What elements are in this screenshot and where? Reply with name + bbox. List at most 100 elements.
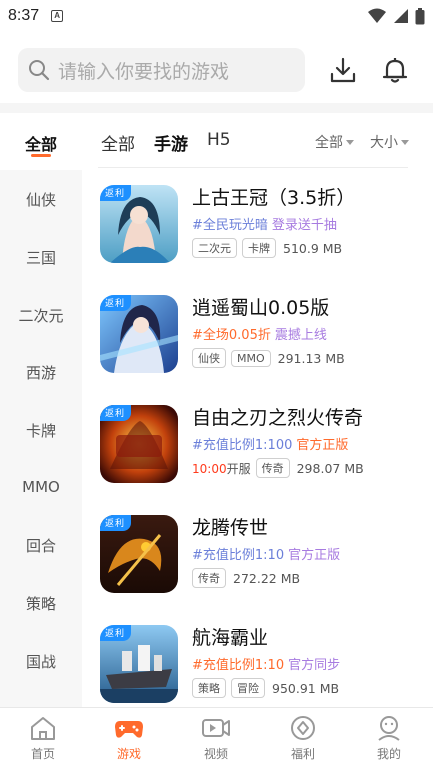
nav-welfare[interactable]: 福利 <box>260 715 346 767</box>
promo-extra: 震撼上线 <box>274 328 327 343</box>
status-icons <box>367 7 425 25</box>
sidebar-item-anime[interactable]: 二次元 <box>0 305 82 326</box>
game-title: 上古王冠（3.5折） <box>192 187 356 209</box>
battery-icon <box>415 7 425 24</box>
game-meta: 传奇 272.22 MB <box>192 568 300 588</box>
promo-extra: 官方同步 <box>288 658 341 673</box>
genre-tag: 仙侠 <box>192 348 226 368</box>
rebate-badge: 返利 <box>100 295 132 311</box>
sidebar-item-all[interactable]: 全部 <box>0 131 82 155</box>
sidebar-item-mmo[interactable]: MMO <box>0 478 82 496</box>
sidebar-item-xiyou[interactable]: 西游 <box>0 362 82 383</box>
sidebar-item-sanguo[interactable]: 三国 <box>0 247 82 268</box>
game-promo: #全场0.05折 震撼上线 <box>192 324 327 343</box>
sidebar-item-turn-based[interactable]: 回合 <box>0 535 82 556</box>
game-list-item[interactable]: 返利 龙腾传世 #充值比例1:10 官方正版 传奇 272.22 MB <box>82 515 433 615</box>
nav-welfare-label: 福利 <box>290 747 315 761</box>
notification-button[interactable] <box>380 55 410 85</box>
promo-tag: #充值比例1:10 <box>192 548 285 563</box>
file-size: 298.07 MB <box>296 460 364 476</box>
tabs-divider <box>98 167 408 168</box>
promo-extra: 官方正版 <box>288 548 341 563</box>
status-time: 8:37 <box>8 7 40 24</box>
download-icon <box>330 57 356 83</box>
chevron-down-icon <box>401 139 409 145</box>
game-icon[interactable]: 返利 <box>100 185 178 263</box>
file-size: 272.22 MB <box>233 570 301 586</box>
game-icon[interactable]: 返利 <box>100 515 178 593</box>
genre-tag: 二次元 <box>192 238 237 258</box>
genre-tag: 卡牌 <box>242 238 276 258</box>
gamepad-icon <box>115 721 143 738</box>
nav-profile-label: 我的 <box>376 747 401 761</box>
genre-tag: 策略 <box>192 678 226 698</box>
server-open-time: 10:00开服 <box>192 461 251 476</box>
filter-size-label: 大小 <box>370 135 398 151</box>
filter-category-dropdown[interactable]: 全部 <box>315 132 354 152</box>
sidebar-item-card[interactable]: 卡牌 <box>0 420 82 441</box>
game-promo: #充值比例1:10 官方正版 <box>192 544 340 563</box>
rebate-badge: 返利 <box>100 185 132 201</box>
nav-games-label: 游戏 <box>116 747 141 761</box>
promo-extra: 登录送千抽 <box>271 218 337 233</box>
rebate-badge: 返利 <box>100 405 132 421</box>
game-list-item[interactable]: 返利 自由之刃之烈火传奇 #充值比例1:100 官方正版 10:00开服 传奇 2… <box>82 405 433 505</box>
search-placeholder: 请输入你要找的游戏 <box>58 60 230 83</box>
status-bar: 8:37 A <box>0 0 433 32</box>
file-size: 510.9 MB <box>283 240 343 256</box>
genre-tag: 传奇 <box>192 568 226 588</box>
promo-extra: 官方正版 <box>296 438 349 453</box>
search-row: 请输入你要找的游戏 <box>0 40 433 100</box>
sidebar-item-strategy[interactable]: 策略 <box>0 593 82 614</box>
game-list-item[interactable]: 返利 上古王冠（3.5折） #全民玩光暗 登录送千抽 二次元 卡牌 510.9 M… <box>82 185 433 285</box>
category-sidebar: 全部 仙侠 三国 二次元 西游 卡牌 MMO 回合 策略 国战 <box>0 113 82 707</box>
game-list-item[interactable]: 返利 逍遥蜀山0.05版 #全场0.05折 震撼上线 仙侠 MMO 291.13 … <box>82 295 433 395</box>
wifi-icon <box>368 8 386 23</box>
bottom-navigation: 首页 游戏 视频 福利 我的 <box>0 707 433 769</box>
signal-icon <box>394 9 408 23</box>
header-divider <box>0 103 433 113</box>
game-icon[interactable]: 返利 <box>100 405 178 483</box>
game-meta: 10:00开服 传奇 298.07 MB <box>192 458 364 478</box>
type-tabs: 全部 手游 H5 全部 大小 <box>82 113 433 167</box>
nav-home-label: 首页 <box>30 747 55 761</box>
promo-tag: #全民玩光暗 <box>192 218 268 233</box>
download-button[interactable] <box>328 55 358 85</box>
filter-category-label: 全部 <box>315 135 343 151</box>
chevron-down-icon <box>346 139 354 145</box>
sidebar-item-xianxia[interactable]: 仙侠 <box>0 189 82 210</box>
rebate-badge: 返利 <box>100 515 132 531</box>
tab-mobile-games[interactable]: 手游 <box>154 130 188 155</box>
notification-a-icon: A <box>51 10 64 22</box>
sidebar-item-national-war[interactable]: 国战 <box>0 651 82 672</box>
rebate-badge: 返利 <box>100 625 132 641</box>
genre-tag: MMO <box>231 349 271 367</box>
filter-size-dropdown[interactable]: 大小 <box>370 132 409 152</box>
search-input[interactable]: 请输入你要找的游戏 <box>18 48 305 92</box>
nav-video[interactable]: 视频 <box>173 715 259 767</box>
bell-icon <box>382 58 408 83</box>
genre-tag: 传奇 <box>255 458 290 478</box>
genre-tag: 冒险 <box>231 678 265 698</box>
search-icon <box>29 60 50 81</box>
game-title: 自由之刃之烈火传奇 <box>192 407 364 429</box>
nav-games[interactable]: 游戏 <box>86 715 172 767</box>
promo-tag: #全场0.05折 <box>192 328 271 343</box>
game-meta: 仙侠 MMO 291.13 MB <box>192 348 345 368</box>
file-size: 950.91 MB <box>272 680 340 696</box>
game-title: 逍遥蜀山0.05版 <box>192 297 330 319</box>
game-icon[interactable]: 返利 <box>100 295 178 373</box>
promo-tag: #充值比例1:100 <box>192 438 293 453</box>
game-title: 龙腾传世 <box>192 517 269 539</box>
video-icon <box>202 719 230 737</box>
nav-profile[interactable]: 我的 <box>346 715 432 767</box>
game-icon[interactable]: 返利 <box>100 625 178 703</box>
game-promo: #充值比例1:100 官方正版 <box>192 434 348 453</box>
game-promo: #全民玩光暗 登录送千抽 <box>192 214 337 233</box>
sidebar-active-indicator <box>31 154 51 157</box>
nav-video-label: 视频 <box>203 747 228 761</box>
file-size: 291.13 MB <box>277 350 345 366</box>
nav-home[interactable]: 首页 <box>0 715 86 767</box>
tab-all[interactable]: 全部 <box>101 130 135 155</box>
tab-h5[interactable]: H5 <box>207 130 231 150</box>
